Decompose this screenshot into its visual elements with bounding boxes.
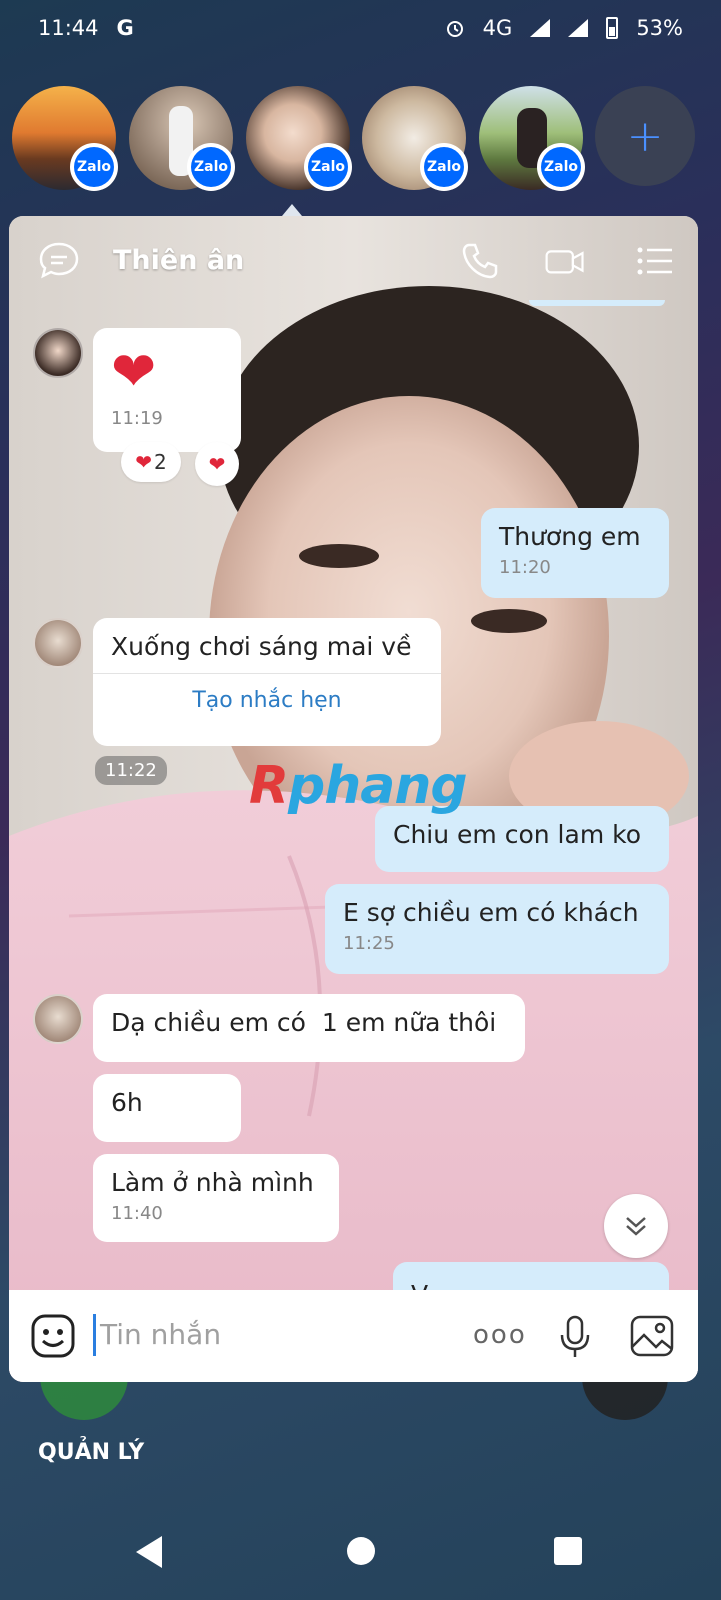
chat-title: Thiên ân [113,244,245,276]
zalo-badge: Zalo [537,143,585,191]
message-time: 11:19 [111,408,163,429]
chat-header: Thiên ân [9,216,698,304]
more-options-button[interactable]: ooo [473,1320,527,1350]
status-right: 4G 53% [445,16,683,40]
watermark-rest: phang [288,756,468,816]
message-text: Thương em [499,522,641,551]
image-icon[interactable] [629,1314,675,1358]
reaction-count-value: 2 [154,450,167,474]
zalo-badge: Zalo [70,143,118,191]
message-lam-o[interactable]: Làm ở nhà mình 11:40 [93,1154,339,1242]
message-text: 6h [111,1088,143,1117]
network-type: 4G [482,16,513,40]
message-xuong-choi[interactable]: Xuống chơi sáng mai về Tạo nhắc hẹn [93,618,441,746]
zalo-badge-label: Zalo [74,147,114,187]
react-heart-button[interactable]: ❤ [195,442,239,486]
back-icon[interactable] [136,1536,162,1568]
message-da-chieu[interactable]: Dạ chiều em có 1 em nữa thôi [93,994,525,1062]
mic-icon[interactable] [557,1314,593,1360]
chevron-down-icon [626,1217,646,1236]
status-bar: 11:44 G 4G 53% [0,0,721,56]
reaction-count[interactable]: ❤ 2 [121,442,181,482]
zalo-badge-label: Zalo [541,147,581,187]
message-text: Xuống chơi sáng mai về [111,632,412,661]
add-bubble-button[interactable]: + [595,86,695,186]
signal-icon [530,19,551,37]
emoji-icon[interactable] [29,1312,77,1360]
message-text: Chiu em con lam ko [393,820,641,849]
navigation-bar [0,1520,721,1600]
message-input[interactable]: Tin nhắn [93,1314,221,1356]
heart-icon: ❤ [208,452,226,476]
message-heart[interactable]: ❤ 11:19 [93,328,241,452]
message-time: 11:25 [343,933,395,954]
message-text: Dạ chiều em có 1 em nữa thôi [111,1008,497,1037]
battery-level: 53% [636,16,683,40]
zalo-badge-label: Zalo [191,147,231,187]
message-e-so[interactable]: E sợ chiều em có khách 11:25 [325,884,669,974]
chat-heads-row: Zalo Zalo Zalo Zalo Zalo + [12,86,712,191]
chat-window: Thiên ân ❤ 11:19 ❤ 2 ❤ Thương em 11:20 X… [9,216,698,1382]
avatar[interactable] [33,994,83,1044]
message-input-bar: Tin nhắn ooo [9,1290,698,1382]
chat-icon[interactable] [37,240,81,280]
battery-icon [606,17,619,39]
create-reminder-link[interactable]: Tạo nhắc hẹn [93,673,441,727]
status-time: 11:44 [38,16,99,40]
alarm-icon [446,21,463,37]
status-left: 11:44 G [38,16,134,40]
message-thuong-em[interactable]: Thương em 11:20 [481,508,669,598]
recents-icon[interactable] [554,1537,582,1565]
zalo-badge: Zalo [304,143,352,191]
signal-icon-2 [568,19,589,37]
avatar[interactable] [33,618,83,668]
message-list[interactable]: ❤ 11:19 ❤ 2 ❤ Thương em 11:20 Xuống chơi… [9,216,698,1322]
zalo-badge-label: Zalo [308,147,348,187]
manage-label: QUẢN LÝ [38,1440,145,1465]
message-time: 11:20 [499,557,551,578]
video-icon[interactable] [544,240,586,282]
message-text: Làm ở nhà mình [111,1168,314,1197]
message-text: E sợ chiều em có khách [343,898,639,927]
watermark-logo: Rphang [249,756,468,816]
time-pill: 11:22 [95,756,167,785]
menu-icon[interactable] [634,240,676,282]
message-time: 11:40 [111,1203,163,1224]
avatar[interactable] [33,328,83,378]
heart-icon: ❤ [135,450,153,474]
zalo-badge: Zalo [420,143,468,191]
phone-icon[interactable] [459,240,501,282]
zalo-badge-label: Zalo [424,147,464,187]
scroll-down-button[interactable] [604,1194,668,1258]
heart-emoji: ❤ [111,340,157,403]
watermark-r: R [249,756,289,816]
active-pointer [282,204,302,216]
home-icon[interactable] [347,1537,375,1565]
google-icon: G [116,16,134,40]
zalo-badge: Zalo [187,143,235,191]
message-6h[interactable]: 6h [93,1074,241,1142]
